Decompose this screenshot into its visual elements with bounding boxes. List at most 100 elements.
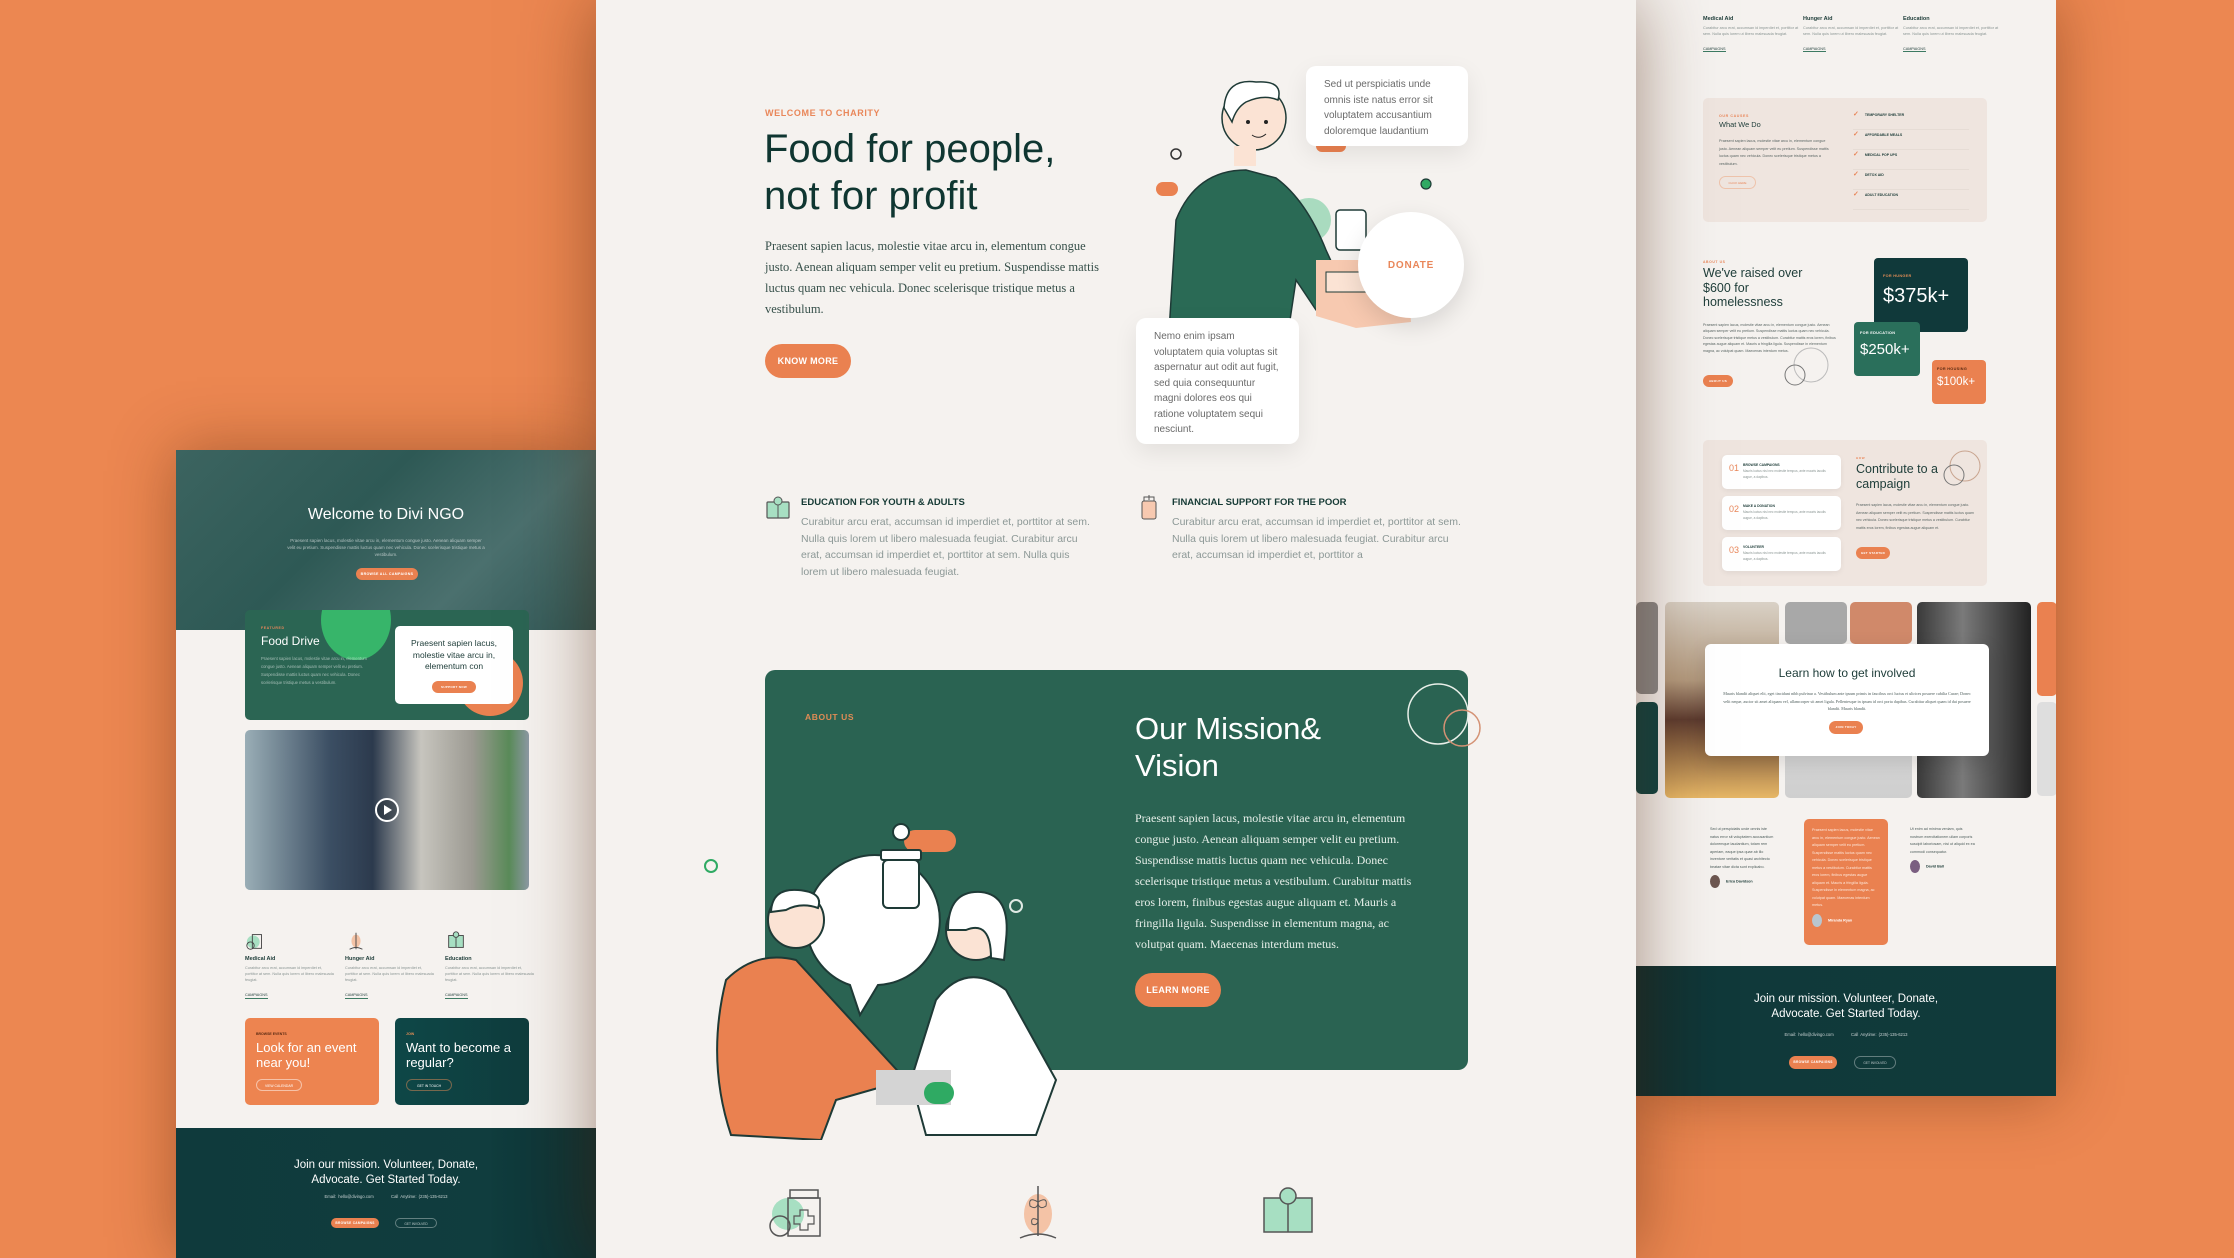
step-card: 03 VOLUNTEER Mauris luctus nisl nec mole… bbox=[1722, 537, 1841, 571]
check-icon: ✓ bbox=[1853, 191, 1859, 198]
section-title: What We Do bbox=[1719, 120, 1761, 129]
stat-card-hunger: FOR HUNGER $375k+ bbox=[1874, 258, 1968, 332]
cta-title: Look for an event near you! bbox=[256, 1040, 357, 1070]
plant-sprout-icon bbox=[349, 932, 363, 950]
medicine-bottle-icon bbox=[246, 934, 262, 950]
cta-title: Want to become a regular? bbox=[406, 1040, 512, 1070]
checklist-label: MEDICAL POP UPS bbox=[1864, 153, 1898, 157]
footer-cta: Join our mission. Volunteer, Donate, Adv… bbox=[1636, 966, 2056, 1096]
get-involved-body: Mauris blandit aliquet elit, eget tincid… bbox=[1723, 691, 1971, 711]
service-title: Education bbox=[445, 956, 472, 962]
footer-contact: Email: hello@divingo.com Call Anytime: (… bbox=[1636, 1032, 2056, 1037]
avatar bbox=[1710, 875, 1720, 888]
feature-title: FINANCIAL SUPPORT FOR THE POOR bbox=[1172, 497, 1347, 508]
donate-button[interactable]: DONATE bbox=[1358, 212, 1464, 318]
avatar bbox=[1812, 913, 1822, 927]
check-icon: ✓ bbox=[1853, 131, 1859, 138]
photo-tile bbox=[1636, 602, 1658, 694]
checklist-label: ADULT EDUCATION bbox=[1864, 193, 1898, 197]
service-education: Education Curabitur arcu erat, accumsan … bbox=[445, 930, 535, 1001]
stat-card-education: FOR EDUCATION $250k+ bbox=[1854, 322, 1920, 376]
step-body: Mauris luctus nisl nec molestie tempus, … bbox=[1743, 510, 1826, 520]
get-in-touch-button[interactable]: GET IN TOUCH bbox=[406, 1079, 452, 1091]
jar-icon bbox=[1141, 495, 1157, 520]
hero-body: Praesent sapien lacus, molestie vitae ar… bbox=[287, 538, 485, 557]
food-drive-title: Food Drive bbox=[261, 634, 320, 648]
browse-campaigns-button[interactable]: BROWSE CAMPAIGNS bbox=[1789, 1056, 1837, 1069]
service-title: Medical Aid bbox=[1703, 16, 1734, 22]
footer-phone[interactable]: Call Anytime: (235)-135-6213 bbox=[391, 1194, 447, 1199]
checklist-item: ✓ TEMPORARY SHELTER bbox=[1853, 110, 1969, 130]
stat-card-housing: FOR HOUSING $100k+ bbox=[1932, 360, 1986, 404]
color-tile bbox=[2037, 602, 2056, 696]
campaigns-link[interactable]: CAMPAIGNS bbox=[245, 993, 268, 999]
section-eyebrow: OUR CAUSES bbox=[1719, 114, 1749, 118]
cta-eyebrow: JOIN bbox=[406, 1032, 415, 1036]
video-thumbnail[interactable] bbox=[245, 730, 529, 890]
service-title: Medical Aid bbox=[245, 956, 276, 962]
checklist-item: ✓ DETOX AID bbox=[1853, 170, 1969, 190]
step-title: BROWSE CAMPAIGNS bbox=[1743, 463, 1780, 467]
footer-phone[interactable]: Call Anytime: (235)-135-6213 bbox=[1851, 1032, 1907, 1037]
decor-circles bbox=[1407, 683, 1481, 747]
campaigns-link[interactable]: CAMPAIGNS bbox=[1703, 47, 1726, 53]
service-medical-aid: Medical Aid Curabitur arcu erat, accumsa… bbox=[245, 930, 335, 1001]
support-now-button[interactable]: SUPPORT NOW bbox=[432, 680, 476, 693]
book-lightbulb-icon bbox=[1263, 1187, 1313, 1233]
testimonial-text: Sed ut perspiciatis unde omnis iste natu… bbox=[1710, 827, 1774, 869]
get-started-button[interactable]: GET STARTED bbox=[1856, 547, 1890, 559]
service-body: Curabitur arcu erat, accumsan id imperdi… bbox=[1903, 26, 1999, 37]
checklist-label: TEMPORARY SHELTER bbox=[1864, 113, 1905, 117]
get-involved-button[interactable]: GET INVOLVED bbox=[395, 1218, 437, 1228]
contribute-section: 01 BROWSE CAMPAIGNS Mauris luctus nisl n… bbox=[1703, 440, 1987, 586]
stat-label: FOR EDUCATION bbox=[1860, 331, 1896, 335]
service-title: Hunger Aid bbox=[345, 956, 375, 962]
footer-contact: Email: hello@divingo.com Call Anytime: (… bbox=[176, 1194, 596, 1199]
contribute-eyebrow: HOW bbox=[1856, 456, 1866, 460]
click-here-button[interactable]: CLICK HERE bbox=[1719, 176, 1756, 189]
stat-value: $100k+ bbox=[1937, 376, 1976, 388]
check-icon: ✓ bbox=[1853, 111, 1859, 118]
footer-email[interactable]: Email: hello@divingo.com bbox=[1784, 1032, 1833, 1037]
left-page-preview: Welcome to Divi NGO Praesent sapien lacu… bbox=[176, 450, 596, 1258]
service-title: Hunger Aid bbox=[1803, 16, 1833, 22]
decor-circles bbox=[1943, 450, 1981, 486]
testimonial-text: Praesent sapien lacus, molestie vitae ar… bbox=[1812, 828, 1880, 907]
about-us-button[interactable]: ABOUT US bbox=[1703, 375, 1733, 387]
cta-eyebrow: BROWSE EVENTS bbox=[256, 1032, 287, 1036]
center-page-preview: WELCOME TO CHARITY Food for people, not … bbox=[596, 0, 1636, 1258]
learn-more-button[interactable]: LEARN MORE bbox=[1135, 973, 1221, 1007]
color-tile bbox=[1636, 702, 1658, 794]
checklist-item: ✓ AFFORDABLE MEALS bbox=[1853, 130, 1969, 150]
know-more-button[interactable]: KNOW MORE bbox=[765, 344, 851, 378]
campaigns-link[interactable]: CAMPAIGNS bbox=[1803, 47, 1826, 53]
play-icon[interactable] bbox=[375, 798, 399, 822]
feature-body: Curabitur arcu erat, accumsan id imperdi… bbox=[801, 516, 1090, 578]
testimonial-featured: Praesent sapien lacus, molestie vitae ar… bbox=[1804, 819, 1888, 945]
view-calendar-button[interactable]: VIEW CALENDAR bbox=[256, 1079, 302, 1091]
service-body: Curabitur arcu erat, accumsan id imperdi… bbox=[345, 966, 434, 982]
mission-title: Our Mission& Vision bbox=[1135, 711, 1322, 783]
testimonial: Ut enim ad minima veniam, quis nostrum e… bbox=[1910, 826, 1976, 873]
campaigns-link[interactable]: CAMPAIGNS bbox=[445, 993, 468, 999]
campaigns-link[interactable]: CAMPAIGNS bbox=[345, 993, 368, 999]
get-involved-button[interactable]: GET INVOLVED bbox=[1854, 1056, 1896, 1069]
handshake-illustration bbox=[704, 823, 1058, 1140]
service-medical-aid: Medical Aid Curabitur arcu erat, accumsa… bbox=[1703, 0, 1803, 55]
join-today-button[interactable]: JOIN TODAY bbox=[1829, 721, 1863, 734]
feature-title: EDUCATION FOR YOUTH & ADULTS bbox=[801, 497, 965, 508]
food-drive-body: Praesent sapien lacus, molestie vitae ar… bbox=[261, 656, 367, 685]
step-title: VOLUNTEER bbox=[1743, 545, 1764, 549]
checklist-item: ✓ MEDICAL POP UPS bbox=[1853, 150, 1969, 170]
medicine-bottle-icon bbox=[769, 1189, 821, 1237]
campaigns-link[interactable]: CAMPAIGNS bbox=[1903, 47, 1926, 53]
footer-email[interactable]: Email: hello@divingo.com bbox=[324, 1194, 373, 1199]
raised-title: We've raised over $600 for homelessness bbox=[1703, 266, 1803, 309]
service-education: Education Curabitur arcu erat, accumsan … bbox=[1903, 0, 2003, 55]
stat-value: $375k+ bbox=[1883, 285, 1950, 307]
step-title: MAKE A DONATION bbox=[1743, 504, 1775, 508]
browse-campaigns-button[interactable]: BROWSE CAMPAIGNS bbox=[331, 1218, 379, 1228]
browse-campaigns-button[interactable]: BROWSE ALL CAMPAIGNS bbox=[356, 568, 418, 580]
stat-label: FOR HUNGER bbox=[1883, 274, 1912, 278]
event-cta-card: BROWSE EVENTS Look for an event near you… bbox=[245, 1018, 379, 1105]
